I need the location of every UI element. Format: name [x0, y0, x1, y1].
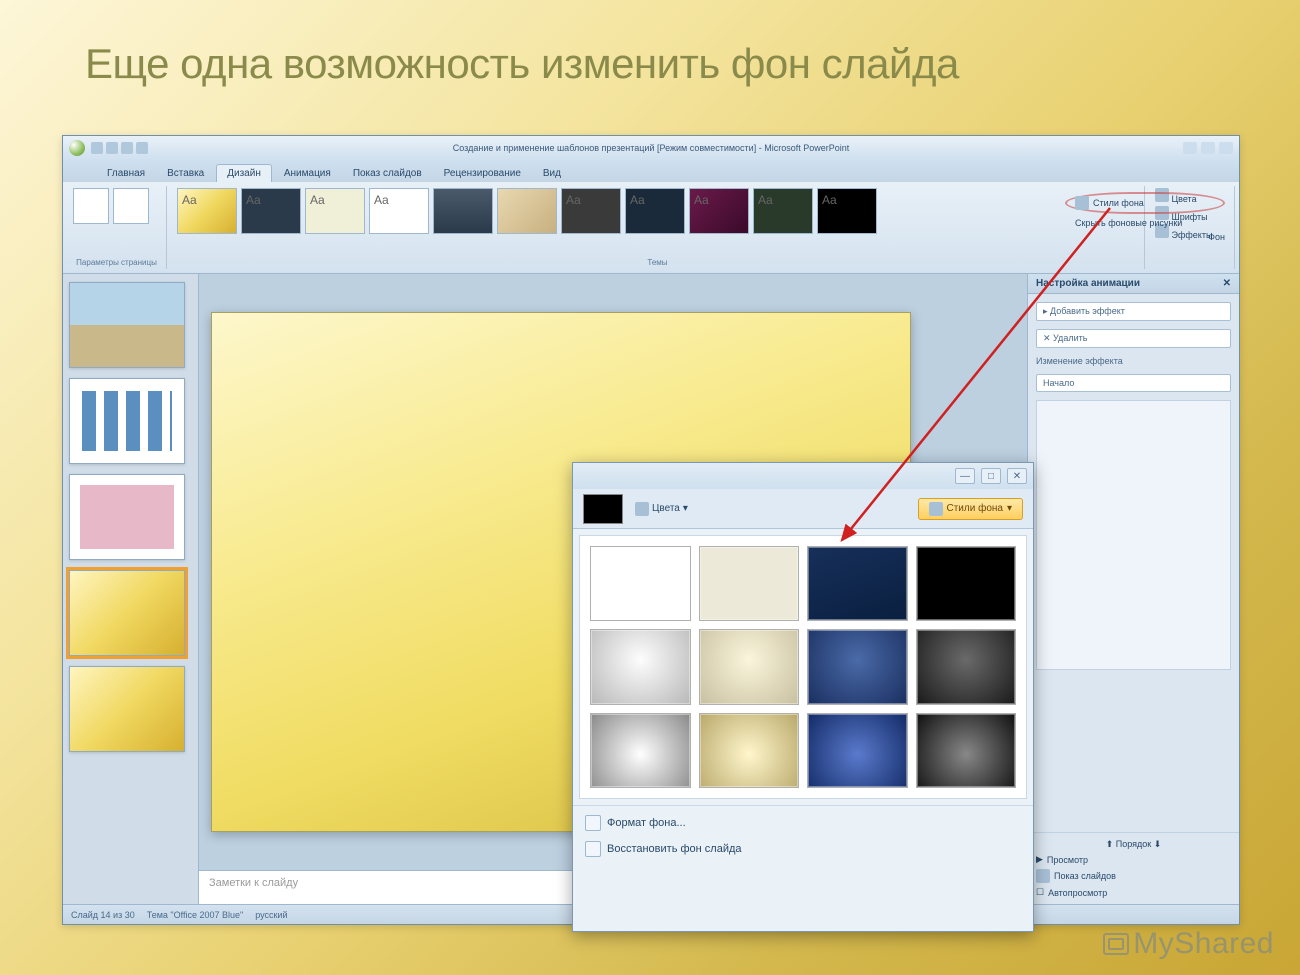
close-button[interactable]: ✕ [1007, 468, 1027, 484]
slide-thumbnail-4[interactable] [69, 570, 185, 656]
bg-style-swatch-7[interactable] [807, 629, 908, 704]
theme-tile-3[interactable] [369, 188, 429, 234]
page-setup-button[interactable] [73, 188, 109, 224]
page-setup-group: Параметры страницы [67, 186, 167, 269]
background-group: Стили фона Скрыть фоновые рисунки Фон [1065, 192, 1225, 248]
reset-background-menu-item[interactable]: Восстановить фон слайда [583, 838, 1023, 860]
task-pane-header: Настройка анимации ✕ [1028, 274, 1239, 294]
popup-ribbon: Цвета ▾ Стили фона ▾ [573, 489, 1033, 529]
slideshow-button[interactable]: Показ слайдов [1036, 869, 1231, 883]
background-styles-label: Стили фона [1093, 198, 1144, 208]
hide-bg-graphics-checkbox[interactable]: Скрыть фоновые рисунки [1065, 218, 1225, 228]
theme-tile-5[interactable] [497, 188, 557, 234]
bg-style-swatch-2[interactable] [699, 546, 800, 621]
modify-label: Изменение эффекта [1036, 356, 1231, 366]
background-styles-icon [929, 502, 943, 516]
slide-thumbnail-5[interactable] [69, 666, 185, 752]
theme-gallery[interactable] [177, 188, 1138, 234]
start-select[interactable]: Начало [1036, 374, 1231, 392]
palette-icon [635, 502, 649, 516]
autopreview-checkbox[interactable]: ☐ Автопросмотр [1036, 887, 1231, 898]
task-pane: Настройка анимации ✕ ▸ Добавить эффект ✕… [1027, 274, 1239, 904]
ribbon-tab-показ слайдов[interactable]: Показ слайдов [343, 165, 432, 182]
slide-counter: Слайд 14 из 30 [71, 910, 135, 920]
theme-tile-9[interactable] [753, 188, 813, 234]
theme-tile-8[interactable] [689, 188, 749, 234]
effect-list[interactable] [1036, 400, 1231, 670]
themes-group: Темы [171, 186, 1145, 269]
theme-tile-10[interactable] [817, 188, 877, 234]
background-style-gallery [579, 535, 1027, 799]
bg-style-swatch-11[interactable] [807, 713, 908, 788]
format-background-menu-item[interactable]: Формат фона... [583, 812, 1023, 834]
bg-style-swatch-9[interactable] [590, 713, 691, 788]
format-bg-icon [585, 815, 601, 831]
background-styles-button[interactable]: Стили фона [1065, 192, 1225, 214]
bg-style-swatch-4[interactable] [916, 546, 1017, 621]
background-styles-icon [1075, 196, 1089, 210]
bg-style-swatch-1[interactable] [590, 546, 691, 621]
ribbon-tab-strip: ГлавнаяВставкаДизайнАнимацияПоказ слайдо… [63, 160, 1239, 182]
theme-name: Тема "Office 2007 Blue" [147, 910, 243, 920]
orientation-button[interactable] [113, 188, 149, 224]
page-setup-label: Параметры страницы [73, 258, 160, 267]
close-icon[interactable]: ✕ [1223, 278, 1231, 289]
slide-thumbnail-1[interactable] [69, 282, 185, 368]
bg-style-swatch-6[interactable] [699, 629, 800, 704]
bg-style-swatch-12[interactable] [916, 713, 1017, 788]
popup-titlebar: — □ ✕ [573, 463, 1033, 489]
reset-bg-icon [585, 841, 601, 857]
bg-style-swatch-3[interactable] [807, 546, 908, 621]
slideshow-icon [1036, 869, 1050, 883]
watermark-icon [1103, 933, 1129, 955]
ribbon-tab-вставка[interactable]: Вставка [157, 165, 214, 182]
theme-tile-7[interactable] [625, 188, 685, 234]
ribbon-tab-рецензирование[interactable]: Рецензирование [434, 165, 531, 182]
maximize-button[interactable]: □ [981, 468, 1001, 484]
theme-tile-6[interactable] [561, 188, 621, 234]
ribbon-tab-главная[interactable]: Главная [97, 165, 155, 182]
popup-colors-button[interactable]: Цвета ▾ [635, 502, 688, 516]
language-indicator: русский [255, 910, 287, 920]
play-button[interactable]: ▶ Просмотр [1036, 854, 1231, 865]
bg-style-swatch-10[interactable] [699, 713, 800, 788]
bg-style-swatch-5[interactable] [590, 629, 691, 704]
slide-thumbnail-2[interactable] [69, 378, 185, 464]
document-title: Создание и применение шаблонов презентац… [63, 143, 1239, 153]
bg-group-label: Фон [1065, 232, 1225, 242]
reorder-label: ⬆ Порядок ⬇ [1036, 839, 1231, 850]
ribbon-tab-вид[interactable]: Вид [533, 165, 571, 182]
ribbon-tab-дизайн[interactable]: Дизайн [216, 164, 272, 182]
slide-thumbnail-3[interactable] [69, 474, 185, 560]
popup-footer: Формат фона... Восстановить фон слайда [573, 805, 1033, 866]
slide-heading: Еще одна возможность изменить фон слайда [85, 40, 959, 88]
background-styles-popup: — □ ✕ Цвета ▾ Стили фона ▾ Формат фона..… [572, 462, 1034, 932]
popup-bg-styles-button[interactable]: Стили фона ▾ [918, 498, 1024, 520]
remove-effect-button[interactable]: ✕ Удалить [1036, 329, 1231, 348]
slide-thumbnails-pane[interactable] [63, 274, 199, 904]
title-bar: Создание и применение шаблонов презентац… [63, 136, 1239, 160]
theme-tile-1[interactable] [241, 188, 301, 234]
bg-style-swatch-8[interactable] [916, 629, 1017, 704]
ribbon: Параметры страницы Темы Цвета Шрифты Эфф… [63, 182, 1239, 274]
watermark: MyShared [1103, 927, 1274, 961]
popup-theme-thumb[interactable] [583, 494, 623, 524]
minimize-button[interactable]: — [955, 468, 975, 484]
theme-tile-2[interactable] [305, 188, 365, 234]
theme-tile-0[interactable] [177, 188, 237, 234]
theme-tile-4[interactable] [433, 188, 493, 234]
ribbon-tab-анимация[interactable]: Анимация [274, 165, 341, 182]
themes-label: Темы [177, 258, 1138, 267]
add-effect-button[interactable]: ▸ Добавить эффект [1036, 302, 1231, 321]
